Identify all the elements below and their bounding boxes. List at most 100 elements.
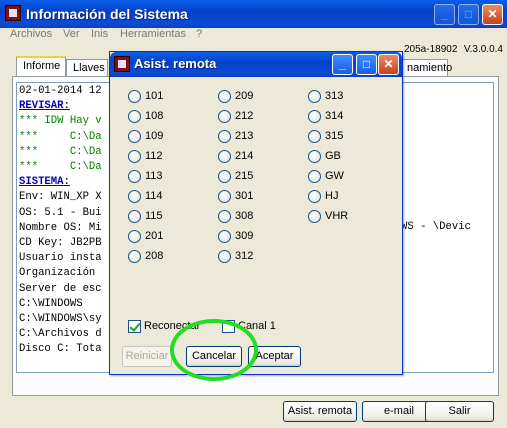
menu-help[interactable]: ? bbox=[196, 28, 202, 40]
report-line: Server de esc bbox=[19, 282, 102, 295]
remote-assist-dialog: Asist. remota _ □ ✕ 101 108 109 112 113 114 11… bbox=[109, 51, 403, 375]
radio-label: 208 bbox=[145, 250, 164, 262]
dialog-minimize-icon[interactable]: _ bbox=[332, 54, 353, 75]
radio-label: VHR bbox=[325, 210, 349, 222]
report-line: Disco C: Tota bbox=[19, 343, 102, 356]
radio-201[interactable] bbox=[128, 230, 141, 243]
radio-314[interactable] bbox=[308, 110, 321, 123]
radio-209[interactable] bbox=[218, 90, 231, 103]
radio-label: 212 bbox=[235, 110, 254, 122]
radio-101[interactable] bbox=[128, 90, 141, 103]
radio-109[interactable] bbox=[128, 130, 141, 143]
radio-label: 312 bbox=[235, 250, 254, 262]
version-label: V.3.0.0.4 bbox=[463, 44, 503, 55]
channel-checkbox[interactable] bbox=[222, 320, 235, 333]
main-window-title: Información del Sistema bbox=[26, 6, 188, 22]
version-build: 205a-18902 bbox=[404, 44, 458, 55]
radio-215[interactable] bbox=[218, 170, 231, 183]
radio-label: 112 bbox=[145, 150, 163, 162]
radio-label: 214 bbox=[235, 150, 254, 162]
radio-308[interactable] bbox=[218, 210, 231, 223]
accept-button[interactable]: Aceptar bbox=[248, 346, 301, 367]
report-line: *** C:\Da bbox=[19, 161, 102, 173]
radio-label: 301 bbox=[235, 190, 254, 202]
radio-208[interactable] bbox=[128, 250, 141, 263]
radio-309[interactable] bbox=[218, 230, 231, 243]
radio-113[interactable] bbox=[128, 170, 141, 183]
menu-inis[interactable]: Inis bbox=[91, 28, 108, 40]
report-right-text: WS - \Devic bbox=[401, 221, 471, 233]
maximize-icon[interactable]: □ bbox=[458, 4, 479, 25]
tab-informe[interactable]: Informe bbox=[16, 56, 66, 77]
menu-herramientas[interactable]: Herramientas bbox=[120, 28, 186, 40]
app-icon bbox=[5, 5, 21, 21]
radio-label: 313 bbox=[325, 90, 344, 102]
radio-hj[interactable] bbox=[308, 190, 321, 203]
radio-214[interactable] bbox=[218, 150, 231, 163]
radio-gw[interactable] bbox=[308, 170, 321, 183]
radio-301[interactable] bbox=[218, 190, 231, 203]
radio-label: HJ bbox=[325, 190, 339, 202]
radio-label: GB bbox=[325, 150, 341, 162]
radio-115[interactable] bbox=[128, 210, 141, 223]
reconnect-label: Reconectar bbox=[144, 320, 201, 332]
radio-label: 314 bbox=[325, 110, 344, 122]
radio-213[interactable] bbox=[218, 130, 231, 143]
report-line: *** IDW Hay v bbox=[19, 115, 102, 128]
remote-assist-button[interactable]: Asist. remota bbox=[283, 401, 357, 422]
report-line: Usuario insta bbox=[19, 252, 102, 265]
dialog-maximize-icon[interactable]: □ bbox=[356, 54, 377, 75]
menu-ver[interactable]: Ver bbox=[63, 28, 80, 40]
radio-312[interactable] bbox=[218, 250, 231, 263]
channel-label: Canal 1 bbox=[238, 320, 276, 332]
radio-vhr[interactable] bbox=[308, 210, 321, 223]
report-line: REVISAR: bbox=[19, 100, 70, 113]
dialog-app-icon bbox=[114, 56, 130, 72]
radio-313[interactable] bbox=[308, 90, 321, 103]
exit-button[interactable]: Salir bbox=[425, 401, 494, 422]
radio-gb[interactable] bbox=[308, 150, 321, 163]
report-line: *** C:\Da bbox=[19, 145, 102, 158]
radio-label: 108 bbox=[145, 110, 164, 122]
report-line: C:\WINDOWS\sy bbox=[19, 313, 102, 325]
radio-label: GW bbox=[325, 170, 344, 182]
cancel-button[interactable]: Cancelar bbox=[186, 346, 242, 367]
radio-label: 113 bbox=[145, 170, 163, 182]
tab-funcionamiento[interactable]: namiento bbox=[400, 59, 452, 77]
radio-label: 109 bbox=[145, 130, 164, 142]
radio-label: 315 bbox=[325, 130, 344, 142]
radio-label: 209 bbox=[235, 90, 254, 102]
dialog-title-bar[interactable]: Asist. remota _ □ ✕ bbox=[110, 52, 402, 77]
radio-108[interactable] bbox=[128, 110, 141, 123]
report-line: *** C:\Da bbox=[19, 130, 102, 143]
menu-archivos[interactable]: Archivos bbox=[10, 28, 52, 40]
tab-llaves[interactable]: Llaves bbox=[66, 59, 108, 77]
main-title-bar[interactable]: Información del Sistema _ □ ✕ bbox=[0, 0, 507, 28]
radio-112[interactable] bbox=[128, 150, 141, 163]
radio-label: 309 bbox=[235, 230, 254, 242]
report-line: OS: 5.1 - Bui bbox=[19, 206, 102, 219]
close-icon[interactable]: ✕ bbox=[482, 4, 503, 25]
report-line: Env: WIN_XP X bbox=[19, 191, 102, 204]
reconnect-checkbox[interactable] bbox=[128, 320, 141, 333]
radio-label: 213 bbox=[235, 130, 254, 142]
report-line: Nombre OS: Mi bbox=[19, 221, 102, 234]
report-line: Organización bbox=[19, 267, 96, 280]
radio-label: 308 bbox=[235, 210, 254, 222]
radio-label: 115 bbox=[145, 210, 163, 222]
report-line: 02-01-2014 12 bbox=[19, 85, 102, 97]
report-line: CD Key: JB2PB bbox=[19, 237, 102, 249]
radio-label: 114 bbox=[145, 190, 163, 202]
report-line: C:\WINDOWS bbox=[19, 297, 83, 310]
radio-label: 215 bbox=[235, 170, 254, 182]
minimize-icon[interactable]: _ bbox=[434, 4, 455, 25]
radio-315[interactable] bbox=[308, 130, 321, 143]
restart-button[interactable]: Reiniciar bbox=[122, 346, 172, 367]
dialog-close-icon[interactable]: ✕ bbox=[378, 54, 399, 75]
radio-label: 101 bbox=[145, 90, 164, 102]
report-line: SISTEMA: bbox=[19, 176, 70, 189]
report-line: C:\Archivos d bbox=[19, 328, 102, 341]
dialog-title: Asist. remota bbox=[134, 56, 217, 71]
radio-212[interactable] bbox=[218, 110, 231, 123]
radio-114[interactable] bbox=[128, 190, 141, 203]
